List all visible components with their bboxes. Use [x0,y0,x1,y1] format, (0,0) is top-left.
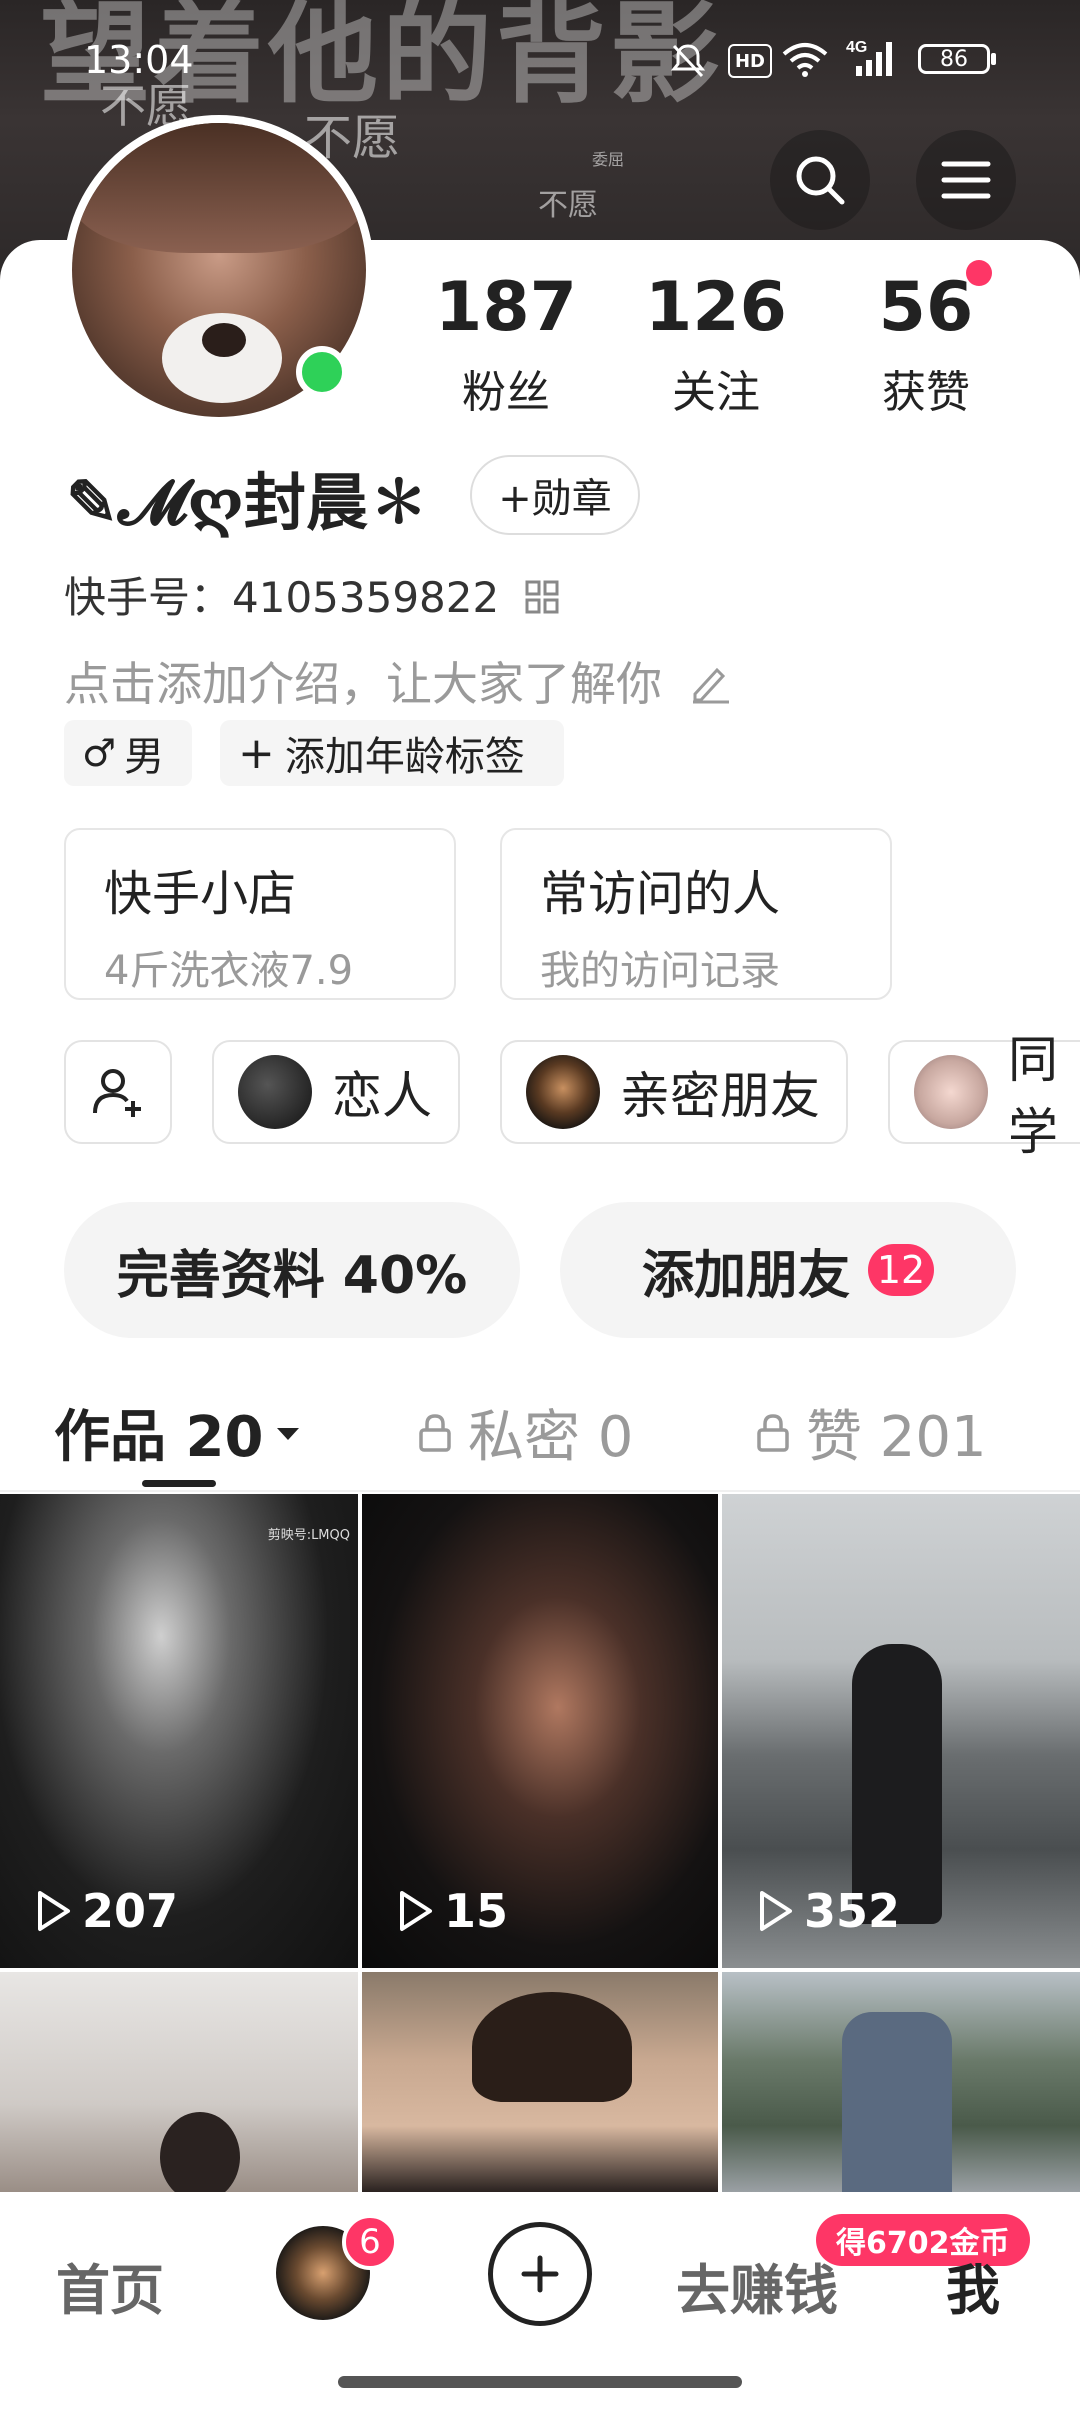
play-count-value: 15 [444,1884,509,1938]
add-person-icon [93,1069,141,1117]
complete-profile-button[interactable]: 完善资料 40% [64,1202,520,1338]
video-thumbnail[interactable] [722,1972,1080,2192]
online-status-dot [296,346,348,398]
edit-pencil-icon [692,667,729,704]
nav-me[interactable]: 我 [946,2246,1000,2325]
relation-chip-lover[interactable]: 恋人 [212,1040,460,1144]
play-count: 15 [396,1884,508,1938]
classmate-avatar [914,1055,988,1129]
status-time: 13:04 [84,38,194,82]
relation-chip-classmate[interactable]: 同学 [888,1031,1080,1161]
shop-card-subtitle: 4斤洗衣液7.9 [104,948,354,994]
person-silhouette [852,1644,942,1924]
plus-icon: + [238,727,275,779]
hd-voice-badge: HD [728,44,772,78]
video-thumbnail[interactable]: 剪映号:LMQQ 207 [0,1494,358,1968]
male-icon: ♂ [82,731,117,775]
cellular-signal-icon: 4G [846,36,906,84]
lover-avatar [238,1055,312,1129]
play-count-value: 207 [82,1884,179,1938]
add-friends-label: 添加朋友 [641,1245,850,1306]
tab-works[interactable]: 作品 20 [54,1392,303,1473]
person-silhouette [160,2112,240,2192]
cover-word: 委屈 [592,150,625,169]
svg-text:4G: 4G [846,39,867,56]
close-friend-label: 亲密朋友 [620,1067,820,1125]
active-tab-indicator [142,1480,216,1487]
tab-liked[interactable]: 赞 201 [754,1392,987,1473]
cover-word: 不愿 [538,188,598,223]
video-thumbnail[interactable] [0,1972,358,2192]
nav-home[interactable]: 首页 [56,2246,164,2325]
tab-private-label: 私密 0 [468,1405,634,1470]
lover-label: 恋人 [332,1067,432,1125]
likes-notification-dot [966,260,992,286]
likes-label[interactable]: 获赞 [826,356,1026,420]
friend-request-count-badge: 12 [868,1244,934,1296]
battery-indicator: 86 [918,44,990,74]
play-count: 352 [756,1884,900,1938]
add-age-tag-label: 添加年龄标签 [284,734,525,780]
video-thumbnail[interactable]: 352 [722,1494,1080,1968]
play-count: 207 [34,1884,178,1938]
add-age-tag-button[interactable]: + 添加年龄标签 [220,720,564,786]
hair-silhouette [472,1992,632,2102]
wifi-icon [780,40,830,84]
play-count-value: 352 [804,1884,901,1938]
following-count[interactable]: 126 [616,268,816,347]
mute-icon [668,40,708,84]
lock-icon [757,1413,789,1452]
home-indicator[interactable] [338,2376,742,2388]
menu-icon [941,161,991,199]
person-silhouette [842,2012,952,2192]
divider [0,1490,1080,1492]
search-button[interactable] [770,130,870,230]
intro-field[interactable]: 点击添加介绍，让大家了解你 [64,648,733,714]
search-icon [796,156,845,205]
kuaishou-id-text: 快手号：4105359822 [64,573,500,622]
intro-placeholder: 点击添加介绍，让大家了解你 [64,657,662,711]
close-friend-avatar [526,1055,600,1129]
classmate-label: 同学 [1008,1031,1058,1161]
plus-icon [521,2255,559,2293]
qr-code-icon[interactable] [523,578,561,616]
create-button[interactable] [488,2222,592,2326]
add-friends-button[interactable]: 添加朋友 12 [560,1202,1016,1338]
gender-label: 男 [124,734,165,780]
likes-count[interactable]: 56 [826,268,1026,347]
tab-works-label: 作品 20 [54,1405,264,1470]
tab-private[interactable]: 私密 0 [416,1392,633,1473]
lock-icon [419,1413,451,1452]
frequent-visitors-card[interactable]: 常访问的人 我的访问记录 [500,828,892,1000]
messages-badge: 6 [342,2214,398,2270]
video-thumbnail[interactable]: 15 [362,1494,718,1968]
gender-tag[interactable]: ♂ 男 [64,720,192,786]
play-icon [38,1891,70,1931]
visitors-card-title: 常访问的人 [540,866,781,922]
video-watermark: 剪映号:LMQQ [267,1528,350,1543]
menu-button[interactable] [916,130,1016,230]
nav-earn[interactable]: 去赚钱 [676,2246,838,2325]
kuaishou-id[interactable]: 快手号：4105359822 [64,564,561,625]
add-relation-button[interactable] [64,1040,172,1144]
followers-count[interactable]: 187 [406,268,606,347]
relation-chip-close-friend[interactable]: 亲密朋友 [500,1040,848,1144]
video-thumbnail[interactable] [362,1972,718,2192]
username: ✎𝓜ღ封晨✽ [66,466,430,539]
caret-down-icon [277,1427,300,1440]
followers-label[interactable]: 粉丝 [406,356,606,420]
play-icon [400,1891,432,1931]
visitors-card-subtitle: 我的访问记录 [540,948,780,994]
tab-liked-label: 赞 201 [806,1405,987,1470]
following-label[interactable]: 关注 [616,356,816,420]
battery-tip [991,53,996,65]
kuaishou-shop-card[interactable]: 快手小店 4斤洗衣液7.9 [64,828,456,1000]
add-badge-button[interactable]: +勋章 [470,455,640,535]
shop-card-title: 快手小店 [104,866,297,922]
play-icon [760,1891,792,1931]
